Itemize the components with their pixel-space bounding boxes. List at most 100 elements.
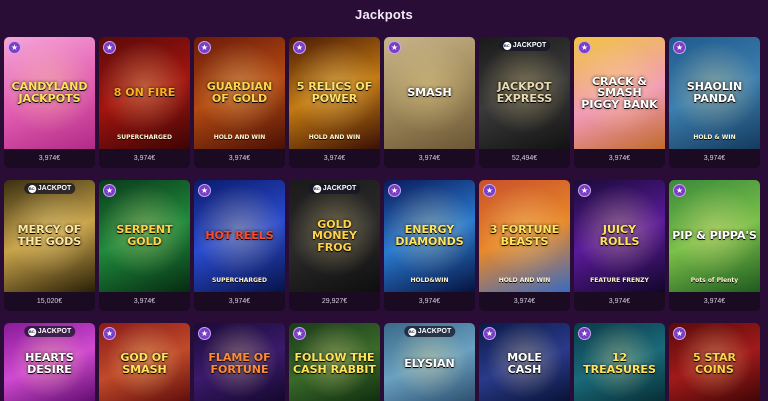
game-card[interactable]: Mercy of the Gods BC JACKPOT 15,020€ — [4, 180, 95, 311]
game-title: Smash — [407, 86, 452, 100]
games-grid: Candyland Jackpots ★ 3,974€ 8 On Fire SUPERC… — [4, 37, 760, 401]
game-card[interactable]: Mole Cash ★ — [479, 323, 570, 401]
game-thumbnail[interactable]: Hearts Desire BC JACKPOT — [4, 323, 95, 401]
star-badge-icon: ★ — [198, 327, 211, 340]
star-badge-icon: ★ — [483, 184, 496, 197]
game-card[interactable]: 5 Star Coins ★ — [669, 323, 760, 401]
game-card[interactable]: Shaolin Panda HOLD & WIN ★ 3,974€ — [669, 37, 760, 168]
game-card[interactable]: Hot Reels SUPERCHARGED ★ 3,974€ — [194, 180, 285, 311]
star-badge-icon: ★ — [483, 327, 496, 340]
game-thumbnail[interactable]: Hot Reels SUPERCHARGED ★ — [194, 180, 285, 292]
page-title: Jackpots — [355, 6, 413, 22]
game-thumbnail[interactable]: Juicy Rolls FEATURE FRENZY ★ — [574, 180, 665, 292]
game-card[interactable]: Smash ★ 3,974€ — [384, 37, 475, 168]
game-title: Crack & Smash Piggy Bank — [581, 74, 658, 111]
game-thumbnail[interactable]: 3 Fortune Beasts HOLD AND WIN ★ — [479, 180, 570, 292]
jackpot-badge-icon: BC JACKPOT — [498, 40, 551, 51]
game-title: Mole Cash — [507, 351, 542, 376]
star-badge-icon: ★ — [388, 184, 401, 197]
game-title: Hot Reels — [205, 229, 274, 243]
star-badge-icon: ★ — [103, 184, 116, 197]
game-subtitle: HOLD AND WIN — [308, 134, 361, 141]
game-subtitle: HOLD&WIN — [410, 277, 449, 284]
jackpot-amount: 3,974€ — [608, 155, 631, 162]
game-card[interactable]: Serpent Gold ★ 3,974€ — [99, 180, 190, 311]
game-title: Guardian of Gold — [206, 80, 273, 105]
jackpot-badge-label: JACKPOT — [37, 185, 72, 192]
star-badge-icon: ★ — [673, 184, 686, 197]
game-thumbnail[interactable]: God of Smash ★ — [99, 323, 190, 401]
jackpot-amount: 3,974€ — [418, 155, 441, 162]
bc-logo-icon: BC — [27, 184, 36, 193]
game-card[interactable]: 5 Relics of Power HOLD AND WIN ★ 3,974€ — [289, 37, 380, 168]
game-thumbnail[interactable]: Gold Money Frog BC JACKPOT — [289, 180, 380, 292]
game-title: Jackpot Express — [496, 80, 553, 105]
game-thumbnail[interactable]: Crack & Smash Piggy Bank ★ — [574, 37, 665, 149]
star-badge-icon: ★ — [293, 41, 306, 54]
game-title: 3 Fortune Beasts — [489, 223, 560, 248]
game-thumbnail[interactable]: Follow the Cash Rabbit ★ — [289, 323, 380, 401]
game-thumbnail[interactable]: 12 Treasures ★ — [574, 323, 665, 401]
game-card[interactable]: Elysian BC JACKPOT — [384, 323, 475, 401]
game-thumbnail[interactable]: 5 Star Coins ★ — [669, 323, 760, 401]
game-card[interactable]: Energy Diamonds HOLD&WIN ★ 3,974€ — [384, 180, 475, 311]
game-thumbnail[interactable]: 8 On Fire SUPERCHARGED ★ — [99, 37, 190, 149]
jackpot-amount: 3,974€ — [513, 298, 536, 305]
game-title: Serpent Gold — [116, 223, 173, 248]
game-thumbnail[interactable]: Serpent Gold ★ — [99, 180, 190, 292]
jackpot-amount: 3,974€ — [133, 298, 156, 305]
game-subtitle: Pots of Plenty — [690, 277, 739, 284]
jackpot-badge-label: JACKPOT — [322, 185, 357, 192]
bc-logo-icon: BC — [502, 41, 511, 50]
game-card[interactable]: 12 Treasures ★ — [574, 323, 665, 401]
game-title: 5 Star Coins — [692, 351, 737, 376]
game-card[interactable]: Gold Money Frog BC JACKPOT 29,927€ — [289, 180, 380, 311]
jackpot-badge-icon: BC JACKPOT — [308, 183, 361, 194]
game-title: Candyland Jackpots — [11, 80, 88, 105]
jackpot-amount: 3,974€ — [228, 298, 251, 305]
game-card[interactable]: Flame of Fortune ★ — [194, 323, 285, 401]
game-thumbnail[interactable]: Shaolin Panda HOLD & WIN ★ — [669, 37, 760, 149]
game-card[interactable]: Pip & Pippa's Pots of Plenty ★ 3,974€ — [669, 180, 760, 311]
game-thumbnail[interactable]: Smash ★ — [384, 37, 475, 149]
star-badge-icon: ★ — [388, 41, 401, 54]
game-thumbnail[interactable]: Mercy of the Gods BC JACKPOT — [4, 180, 95, 292]
game-card[interactable]: Jackpot Express BC JACKPOT 52,494€ — [479, 37, 570, 168]
game-card[interactable]: Guardian of Gold HOLD AND WIN ★ 3,974€ — [194, 37, 285, 168]
game-thumbnail[interactable]: 5 Relics of Power HOLD AND WIN ★ — [289, 37, 380, 149]
bc-logo-icon: BC — [27, 327, 36, 336]
game-thumbnail[interactable]: Mole Cash ★ — [479, 323, 570, 401]
game-subtitle: HOLD AND WIN — [498, 277, 551, 284]
game-card[interactable]: Juicy Rolls FEATURE FRENZY ★ 3,974€ — [574, 180, 665, 311]
game-card[interactable]: 8 On Fire SUPERCHARGED ★ 3,974€ — [99, 37, 190, 168]
game-thumbnail[interactable]: Guardian of Gold HOLD AND WIN ★ — [194, 37, 285, 149]
game-card[interactable]: Crack & Smash Piggy Bank ★ 3,974€ — [574, 37, 665, 168]
game-thumbnail[interactable]: Pip & Pippa's Pots of Plenty ★ — [669, 180, 760, 292]
jackpot-badge-icon: BC JACKPOT — [23, 183, 76, 194]
jackpot-amount: 15,020€ — [36, 298, 63, 305]
game-thumbnail[interactable]: Flame of Fortune ★ — [194, 323, 285, 401]
star-badge-icon: ★ — [673, 327, 686, 340]
game-title: God of Smash — [120, 351, 169, 376]
page-header: Jackpots — [0, 0, 768, 28]
jackpot-badge-label: JACKPOT — [512, 42, 547, 49]
game-thumbnail[interactable]: Jackpot Express BC JACKPOT — [479, 37, 570, 149]
game-title: Shaolin Panda — [686, 80, 743, 105]
star-badge-icon: ★ — [8, 41, 21, 54]
jackpot-amount: 3,974€ — [418, 298, 441, 305]
game-card[interactable]: Follow the Cash Rabbit ★ — [289, 323, 380, 401]
game-card[interactable]: Candyland Jackpots ★ 3,974€ — [4, 37, 95, 168]
game-title: Energy Diamonds — [395, 223, 464, 248]
game-thumbnail[interactable]: Candyland Jackpots ★ — [4, 37, 95, 149]
jackpot-amount: 3,974€ — [323, 155, 346, 162]
game-card[interactable]: 3 Fortune Beasts HOLD AND WIN ★ 3,974€ — [479, 180, 570, 311]
game-card[interactable]: God of Smash ★ — [99, 323, 190, 401]
jackpot-badge-icon: BC JACKPOT — [23, 326, 76, 337]
game-thumbnail[interactable]: Elysian BC JACKPOT — [384, 323, 475, 401]
game-subtitle: FEATURE FRENZY — [590, 277, 649, 284]
game-subtitle: SUPERCHARGED — [211, 277, 267, 284]
game-thumbnail[interactable]: Energy Diamonds HOLD&WIN ★ — [384, 180, 475, 292]
game-subtitle: HOLD & WIN — [693, 134, 736, 141]
star-badge-icon: ★ — [198, 184, 211, 197]
game-card[interactable]: Hearts Desire BC JACKPOT — [4, 323, 95, 401]
